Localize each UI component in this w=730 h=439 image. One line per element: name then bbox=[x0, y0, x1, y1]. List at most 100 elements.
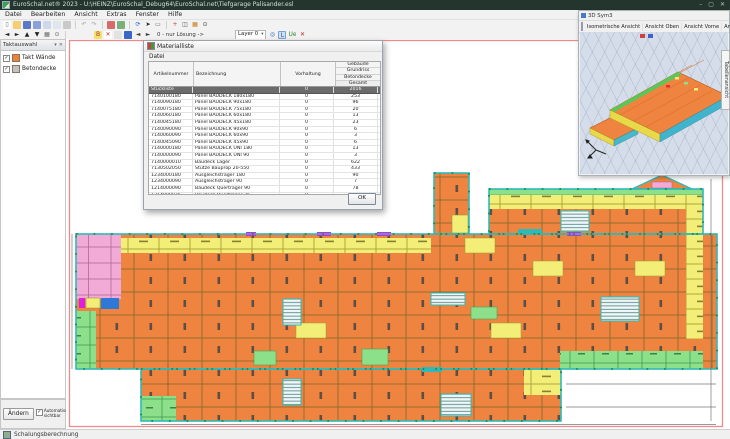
table-row[interactable]: 7140090180Panel BAUDECK 90x180096 bbox=[149, 100, 380, 107]
ok-button[interactable]: OK bbox=[348, 193, 376, 205]
open-folder-icon[interactable] bbox=[13, 21, 21, 29]
table-row[interactable]: 1234000090Ausgleichsträger 9007 bbox=[149, 179, 380, 186]
minimize-button[interactable]: – bbox=[699, 0, 702, 10]
refresh-icon[interactable]: ⟳ bbox=[134, 21, 142, 29]
image-icon[interactable] bbox=[117, 21, 125, 29]
cell-vor: 0 bbox=[280, 173, 334, 179]
cell-vor: 0 bbox=[280, 146, 334, 152]
zoom-all-icon[interactable]: ⊙ bbox=[53, 31, 61, 39]
model-3d bbox=[580, 32, 730, 176]
layer-dropdown[interactable]: Layer 0 ▾ bbox=[235, 30, 266, 40]
viewport-3d[interactable] bbox=[580, 32, 728, 174]
layout-icon[interactable] bbox=[53, 21, 61, 29]
save-icon[interactable] bbox=[23, 21, 31, 29]
status-text: Schalungsberechnung bbox=[14, 432, 78, 438]
column-artikelnummer[interactable]: Artikelnummer bbox=[149, 62, 194, 86]
cell-vor: 0 bbox=[280, 179, 334, 185]
undo-icon[interactable]: ↶ bbox=[80, 21, 88, 29]
table-row[interactable]: 7140000010Baudeck Lager0622 bbox=[149, 160, 380, 167]
new-document-icon[interactable]: ▯ bbox=[3, 21, 11, 29]
pan-up-icon[interactable]: ▲ bbox=[23, 31, 31, 39]
crosshair-icon[interactable]: + bbox=[171, 21, 179, 29]
cursor-icon[interactable]: ➤ bbox=[144, 21, 152, 29]
pan-left-icon[interactable]: ◄ bbox=[3, 31, 11, 39]
menu-bearbeiten[interactable]: Bearbeiten bbox=[31, 11, 66, 18]
table-row[interactable]: 1234000180Ausgleichsträger 180090 bbox=[149, 173, 380, 180]
table-row-total[interactable]: Stückliste 0 2016 bbox=[149, 87, 380, 94]
ue-icon[interactable]: Ue bbox=[288, 31, 296, 39]
table-row[interactable]: 7140100180Panel BAUDECK 180x1800253 bbox=[149, 94, 380, 101]
view-button-isometrische-ansicht[interactable]: Isometrische Ansicht bbox=[585, 23, 643, 31]
window-copy-icon[interactable] bbox=[43, 21, 51, 29]
table-row[interactable]: 7140060180Panel BAUDECK 60x180013 bbox=[149, 113, 380, 120]
takt-b-icon[interactable]: B bbox=[94, 31, 102, 39]
table-row[interactable]: 1214000090Baudeck Querträger 90078 bbox=[149, 186, 380, 193]
change-button[interactable]: Ändern bbox=[3, 408, 34, 420]
material-table[interactable]: Artikelnummer Bezeichnung Vorhaltung Geb… bbox=[148, 61, 381, 195]
pin-icon[interactable]: ▾ bbox=[54, 42, 57, 48]
takt-panel-header[interactable]: Taktauswahl ▾ ✕ bbox=[1, 40, 65, 51]
cell-bez: Baudeck Querträger 90 bbox=[193, 186, 280, 192]
selection-rect-icon[interactable]: ▭ bbox=[154, 21, 162, 29]
table-row[interactable]: 7140045180Panel BAUDECK 45x180023 bbox=[149, 120, 380, 127]
save-all-icon[interactable] bbox=[33, 21, 41, 29]
takt-gray-icon[interactable] bbox=[114, 31, 122, 39]
tree-item-betondecke[interactable]: ✓Betondecke bbox=[3, 65, 63, 73]
divider bbox=[102, 21, 103, 29]
menu-datei[interactable]: Datei bbox=[5, 11, 22, 18]
split-view-icon[interactable]: ◫ bbox=[181, 21, 189, 29]
cell-art: 1234000090 bbox=[149, 179, 193, 185]
pan-down-icon[interactable]: ▼ bbox=[33, 31, 41, 39]
takt-grid-icon[interactable]: ▦ bbox=[191, 21, 199, 29]
table-row[interactable]: 7140060090Panel BAUDECK 60x9003 bbox=[149, 133, 380, 140]
cell-bez: Ausgleichsträger 90 bbox=[193, 179, 280, 185]
close-panel-icon[interactable]: ✕ bbox=[59, 42, 63, 48]
window-titlebar[interactable]: EuroSchal.net® 2023 - U:\HEINZ\EuroSchal… bbox=[0, 0, 730, 10]
table-row[interactable]: 7140075180Panel BAUDECK 75x180020 bbox=[149, 107, 380, 114]
menu-ansicht[interactable]: Ansicht bbox=[74, 11, 97, 18]
column-vorhaltung[interactable]: Vorhaltung bbox=[281, 62, 336, 86]
cube-icon[interactable] bbox=[581, 22, 583, 31]
view-button-ansicht-seite[interactable]: Ansicht Seite bbox=[722, 23, 730, 31]
pan-right-icon[interactable]: ► bbox=[13, 31, 21, 39]
tree-item-takt-w-nde[interactable]: ✓Takt Wände bbox=[3, 54, 63, 62]
close-view-icon[interactable]: ✕ bbox=[298, 31, 306, 39]
tab-tabellenansicht[interactable]: Tabellenansicht bbox=[721, 50, 730, 110]
table-row[interactable]: 7140045090Panel BAUDECK 45x9006 bbox=[149, 140, 380, 147]
table-row[interactable]: 7130502050Stütze Bauprop 20-5500433 bbox=[149, 166, 380, 173]
table-row[interactable]: 7140000180Panel BAUDECK UNI 180013 bbox=[149, 146, 380, 153]
maximize-button[interactable]: ▢ bbox=[708, 0, 714, 10]
viewer3d-titlebar[interactable]: 3D Sym3 bbox=[579, 11, 729, 21]
auto-visible-checkbox[interactable]: ✓ bbox=[36, 409, 43, 416]
table-row[interactable]: 7140000090Panel BAUDECK UNI 9003 bbox=[149, 153, 380, 160]
close-button[interactable]: ✕ bbox=[720, 0, 725, 10]
view-button-ansicht-oben[interactable]: Ansicht Oben bbox=[643, 23, 682, 31]
cell-bez: Stütze Bauprop 20-550 bbox=[193, 166, 280, 172]
column-bezeichnung[interactable]: Bezeichnung bbox=[194, 62, 281, 86]
menu-extras[interactable]: Extras bbox=[107, 11, 127, 18]
zoom-icon[interactable]: ⊙ bbox=[201, 21, 209, 29]
material-dialog-titlebar[interactable]: Materialliste bbox=[144, 41, 382, 52]
menu-hilfe[interactable]: Hilfe bbox=[168, 11, 182, 18]
table-row[interactable]: 1214000075Baudeck Querträger 75016 bbox=[149, 193, 380, 196]
tree-item-checkbox[interactable]: ✓ bbox=[3, 66, 10, 73]
redo-icon[interactable]: ↷ bbox=[90, 21, 98, 29]
solution-next-icon[interactable]: ► bbox=[144, 31, 152, 39]
target-icon[interactable]: ◎ bbox=[268, 31, 276, 39]
print-icon[interactable] bbox=[63, 21, 71, 29]
solution-prev-icon[interactable]: ◄ bbox=[134, 31, 142, 39]
view-button-ansicht-vorne[interactable]: Ansicht Vorne bbox=[682, 23, 722, 31]
cell-art: 7130502050 bbox=[149, 166, 193, 172]
lock-layer-icon[interactable]: L bbox=[278, 31, 286, 39]
takt-x-icon[interactable]: ✕ bbox=[104, 31, 112, 39]
cell-total-ges: 2016 bbox=[334, 87, 378, 93]
table-row[interactable]: 7140090090Panel BAUDECK 90x9006 bbox=[149, 127, 380, 134]
tree-item-checkbox[interactable]: ✓ bbox=[3, 55, 10, 62]
column-group-gebaeude[interactable]: Gebäude Grundriss Betondecke Gesamt bbox=[336, 62, 380, 86]
takt-blue-icon[interactable] bbox=[124, 31, 132, 39]
cell-vor: 0 bbox=[280, 94, 334, 100]
zoom-window-icon[interactable]: ▦ bbox=[43, 31, 51, 39]
dialog-menu-datei[interactable]: Datei bbox=[149, 54, 164, 60]
paint-icon[interactable] bbox=[107, 21, 115, 29]
menu-fenster[interactable]: Fenster bbox=[136, 11, 159, 18]
